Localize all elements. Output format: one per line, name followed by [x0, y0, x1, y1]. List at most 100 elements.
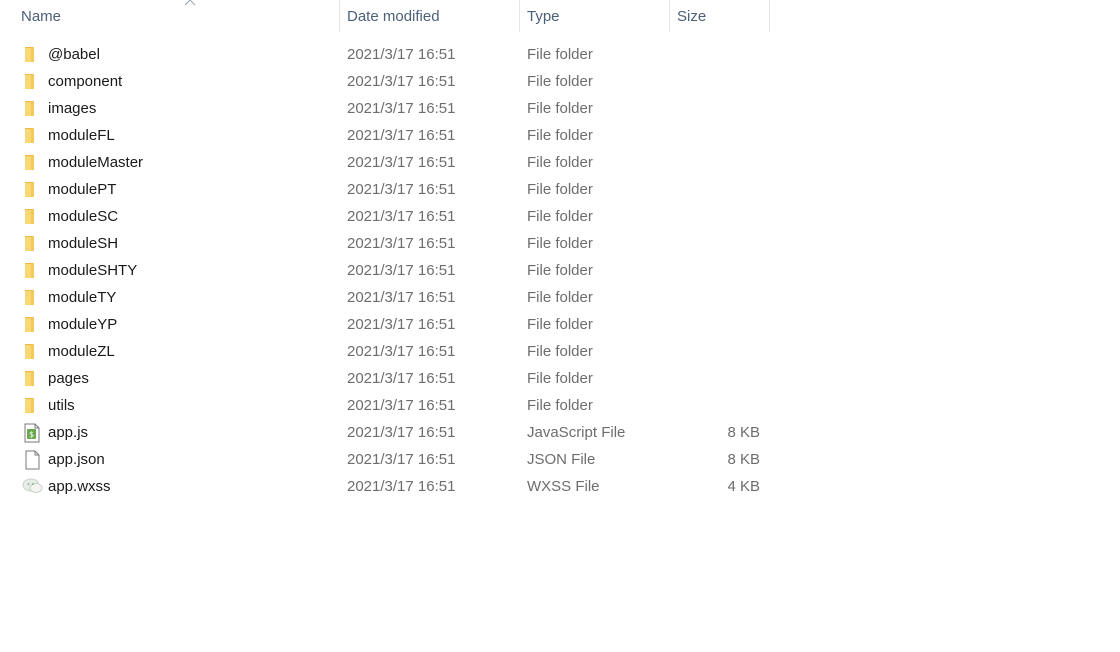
column-header-type-label: Type	[527, 8, 560, 25]
file-size: 8 KB	[727, 451, 760, 468]
file-type: File folder	[527, 289, 593, 306]
file-name: moduleMaster	[48, 154, 144, 171]
file-date-modified: 2021/3/17 16:51	[347, 235, 456, 252]
javascript-file-icon: $	[22, 423, 42, 443]
column-header-type[interactable]: Type	[520, 0, 670, 32]
file-date-modified: 2021/3/17 16:51	[347, 397, 456, 414]
file-name: moduleTY	[48, 289, 117, 306]
file-list: @babel 2021/3/17 16:51 File folder compo…	[0, 41, 770, 500]
column-header-size[interactable]: Size	[670, 0, 770, 32]
folder-icon	[22, 45, 42, 63]
folder-icon	[22, 207, 42, 225]
file-date-modified: 2021/3/17 16:51	[347, 289, 456, 306]
file-row-images[interactable]: images 2021/3/17 16:51 File folder	[0, 95, 770, 122]
file-name: images	[48, 100, 97, 117]
file-row-moduleyp[interactable]: moduleYP 2021/3/17 16:51 File folder	[0, 311, 770, 338]
folder-icon	[22, 180, 42, 198]
file-size: 4 KB	[727, 478, 760, 495]
file-type: File folder	[527, 208, 593, 225]
folder-icon	[22, 261, 42, 279]
file-explorer-view: Name Date modified Type Size @babel 2021…	[0, 0, 1120, 652]
file-type: File folder	[527, 100, 593, 117]
file-name: app.wxss	[48, 478, 111, 495]
file-type: File folder	[527, 73, 593, 90]
file-size: 8 KB	[727, 424, 760, 441]
file-row-modulezl[interactable]: moduleZL 2021/3/17 16:51 File folder	[0, 338, 770, 365]
file-date-modified: 2021/3/17 16:51	[347, 100, 456, 117]
file-type: File folder	[527, 46, 593, 63]
file-name: moduleYP	[48, 316, 118, 333]
file-row-moduleshty[interactable]: moduleSHTY 2021/3/17 16:51 File folder	[0, 257, 770, 284]
column-header-name-label: Name	[21, 8, 62, 25]
file-row-modulesh[interactable]: moduleSH 2021/3/17 16:51 File folder	[0, 230, 770, 257]
blank-file-icon	[22, 450, 42, 470]
file-type: JavaScript File	[527, 424, 626, 441]
file-type: JSON File	[527, 451, 596, 468]
file-date-modified: 2021/3/17 16:51	[347, 262, 456, 279]
file-name: pages	[48, 370, 89, 387]
folder-icon	[22, 288, 42, 306]
file-date-modified: 2021/3/17 16:51	[347, 127, 456, 144]
file-name: moduleSC	[48, 208, 119, 225]
file-date-modified: 2021/3/17 16:51	[347, 478, 456, 495]
file-row-pages[interactable]: pages 2021/3/17 16:51 File folder	[0, 365, 770, 392]
file-type: File folder	[527, 343, 593, 360]
file-date-modified: 2021/3/17 16:51	[347, 208, 456, 225]
folder-icon	[22, 99, 42, 117]
file-type: File folder	[527, 154, 593, 171]
file-date-modified: 2021/3/17 16:51	[347, 316, 456, 333]
folder-icon	[22, 369, 42, 387]
column-header-size-label: Size	[677, 8, 707, 25]
file-type: File folder	[527, 235, 593, 252]
file-name: moduleSH	[48, 235, 119, 252]
file-name: app.json	[48, 451, 105, 468]
file-row-modulesc[interactable]: moduleSC 2021/3/17 16:51 File folder	[0, 203, 770, 230]
file-date-modified: 2021/3/17 16:51	[347, 154, 456, 171]
file-type: File folder	[527, 181, 593, 198]
file-row-modulemaster[interactable]: moduleMaster 2021/3/17 16:51 File folder	[0, 149, 770, 176]
file-date-modified: 2021/3/17 16:51	[347, 424, 456, 441]
file-date-modified: 2021/3/17 16:51	[347, 451, 456, 468]
file-row-app-json[interactable]: app.json 2021/3/17 16:51 JSON File 8 KB	[0, 446, 770, 473]
svg-text:$: $	[29, 430, 34, 439]
file-name: moduleSHTY	[48, 262, 138, 279]
column-header-date-label: Date modified	[347, 8, 440, 25]
file-name: utils	[48, 397, 75, 414]
column-header-name[interactable]: Name	[14, 0, 340, 32]
file-date-modified: 2021/3/17 16:51	[347, 181, 456, 198]
file-row-app-wxss[interactable]: app.wxss 2021/3/17 16:51 WXSS File 4 KB	[0, 473, 770, 500]
file-row-app-js[interactable]: $ app.js 2021/3/17 16:51 JavaScript File…	[0, 419, 770, 446]
file-name: app.js	[48, 424, 89, 441]
wechat-file-icon	[22, 477, 43, 495]
folder-icon	[22, 342, 42, 360]
file-type: File folder	[527, 316, 593, 333]
folder-icon	[22, 153, 42, 171]
file-row-modulety[interactable]: moduleTY 2021/3/17 16:51 File folder	[0, 284, 770, 311]
file-type: File folder	[527, 262, 593, 279]
file-type: File folder	[527, 397, 593, 414]
file-name: @babel	[48, 46, 100, 63]
column-header-date[interactable]: Date modified	[340, 0, 520, 32]
file-date-modified: 2021/3/17 16:51	[347, 370, 456, 387]
file-name: moduleFL	[48, 127, 115, 144]
file-row-utils[interactable]: utils 2021/3/17 16:51 File folder	[0, 392, 770, 419]
column-header-row: Name Date modified Type Size	[0, 0, 770, 32]
file-name: component	[48, 73, 123, 90]
file-date-modified: 2021/3/17 16:51	[347, 46, 456, 63]
file-type: File folder	[527, 127, 593, 144]
file-type: File folder	[527, 370, 593, 387]
file-row-modulept[interactable]: modulePT 2021/3/17 16:51 File folder	[0, 176, 770, 203]
folder-icon	[22, 396, 42, 414]
file-row-component[interactable]: component 2021/3/17 16:51 File folder	[0, 68, 770, 95]
file-type: WXSS File	[527, 478, 600, 495]
file-date-modified: 2021/3/17 16:51	[347, 73, 456, 90]
folder-icon	[22, 72, 42, 90]
folder-icon	[22, 315, 42, 333]
sort-ascending-icon	[184, 0, 196, 6]
file-date-modified: 2021/3/17 16:51	[347, 343, 456, 360]
folder-icon	[22, 234, 42, 252]
file-row-modulefl[interactable]: moduleFL 2021/3/17 16:51 File folder	[0, 122, 770, 149]
file-row-babel[interactable]: @babel 2021/3/17 16:51 File folder	[0, 41, 770, 68]
file-name: modulePT	[48, 181, 117, 198]
file-name: moduleZL	[48, 343, 115, 360]
